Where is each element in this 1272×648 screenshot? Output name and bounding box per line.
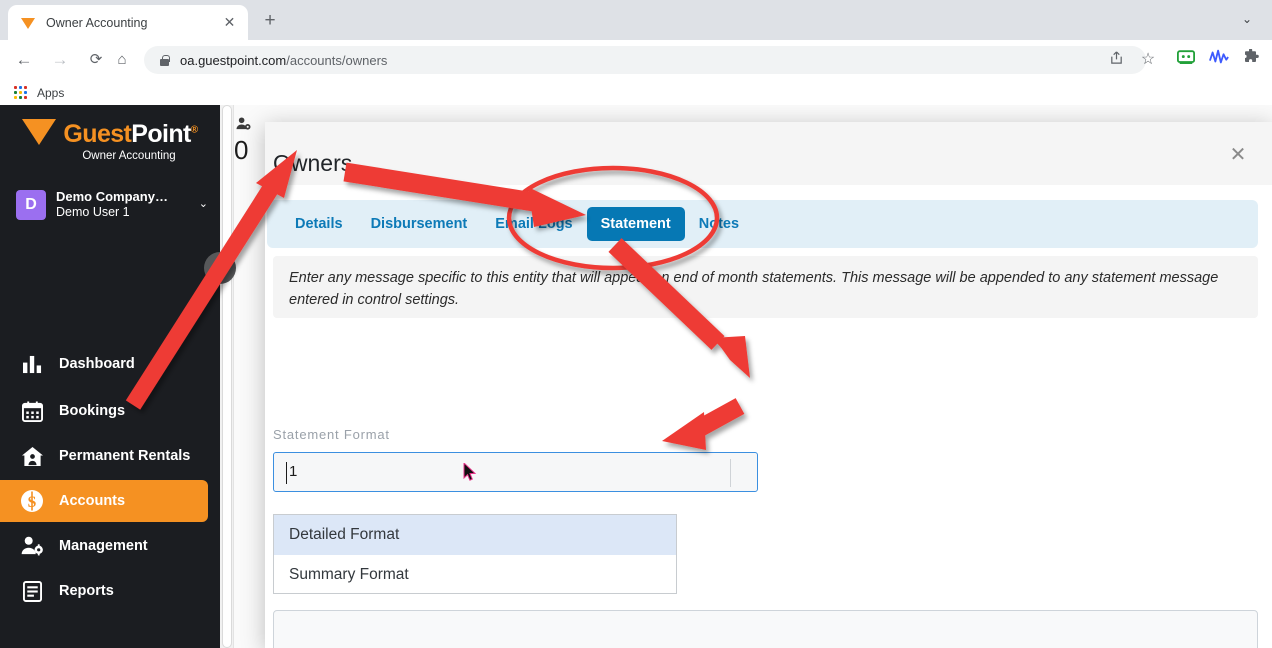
sidebar-item-accounts[interactable]: S Accounts [0, 480, 208, 522]
modal-header: Owners ✕ [265, 122, 1272, 185]
chevron-down-icon[interactable]: ⌄ [1234, 6, 1260, 32]
lock-icon [158, 54, 170, 67]
sidebar-item-label: Management [59, 538, 148, 554]
brand-word-1: Guest [63, 119, 132, 148]
apps-bookmark-label[interactable]: Apps [37, 86, 64, 100]
modal-tabbar: Details Disbursement Email Logs Statemen… [267, 200, 1258, 248]
browser-tab[interactable]: Owner Accounting ✕ [8, 5, 248, 40]
home-button[interactable]: ⌂ [110, 48, 134, 72]
calendar-icon [20, 399, 44, 423]
tab-email-logs[interactable]: Email Logs [481, 207, 586, 241]
sidebar-item-label: Dashboard [59, 356, 135, 372]
address-bar-url: oa.guestpoint.com/accounts/owners [180, 53, 387, 68]
info-banner: Enter any message specific to this entit… [273, 256, 1258, 318]
page-title: Owners [273, 150, 353, 176]
tab-notes[interactable]: Notes [685, 207, 753, 241]
close-icon[interactable]: ✕ [1226, 143, 1250, 167]
avatar: D [16, 190, 46, 220]
mouse-cursor [463, 461, 477, 483]
sidebar-item-permanent-rentals[interactable]: Permanent Rentals [0, 435, 208, 477]
guestpoint-triangle-icon [22, 119, 57, 145]
tab-details[interactable]: Details [281, 207, 357, 241]
extension-puzzle-icon[interactable] [1239, 48, 1263, 72]
close-icon[interactable]: ✕ [221, 14, 238, 31]
browser-toolbar: ← → ⟳ ⌂ oa.guestpoint.com/accounts/owner… [0, 40, 1272, 80]
dropdown-option-summary-format[interactable]: Summary Format [274, 555, 676, 595]
sidebar-item-management[interactable]: Management [0, 525, 208, 567]
statement-message-textarea[interactable] [273, 610, 1258, 648]
sidebar-item-label: Reports [59, 583, 114, 599]
browser-chrome: Owner Accounting ✕ + ⌄ ← → ⟳ ⌂ oa.guestp… [0, 0, 1272, 105]
statement-format-input[interactable]: 1 [273, 452, 758, 492]
owners-modal: Owners ✕ Details Disbursement Email Logs… [265, 122, 1272, 648]
page-viewport: 0 GuestPoint® Owner Accounting D Demo Co… [0, 105, 1272, 648]
brand-name: GuestPoint® [63, 119, 198, 149]
chevron-down-icon[interactable]: ⌄ [199, 197, 208, 210]
extension-green-icon[interactable] [1174, 48, 1198, 72]
bookmarks-bar: Apps [0, 80, 1272, 105]
page-scrollbar-thumb[interactable] [222, 105, 232, 648]
account-company-name: Demo Company… [56, 189, 168, 205]
forward-button[interactable]: → [48, 48, 72, 72]
records-count: 0 [234, 135, 249, 165]
bar-chart-icon [20, 352, 44, 376]
brand-trademark: ® [190, 124, 198, 136]
tab-statement[interactable]: Statement [586, 207, 685, 241]
brand-word-2: Point [131, 119, 191, 148]
share-icon[interactable] [1104, 48, 1128, 72]
apps-grid-icon[interactable] [14, 85, 28, 100]
sidebar: GuestPoint® Owner Accounting D Demo Comp… [0, 105, 220, 648]
dollar-coin-icon: S [20, 489, 44, 513]
guestpoint-triangle-icon [20, 15, 36, 31]
sidebar-collapse-button[interactable]: ‹ [204, 252, 236, 284]
person-gear-icon [20, 534, 44, 558]
statement-format-value: 1 [289, 463, 298, 480]
sidebar-item-bookings[interactable]: Bookings [0, 390, 208, 432]
browser-tabstrip: Owner Accounting ✕ + ⌄ [0, 0, 1272, 40]
new-tab-button[interactable]: + [258, 10, 282, 34]
account-user-name: Demo User 1 [56, 205, 130, 220]
statement-format-dropdown[interactable]: Detailed Format Summary Format [273, 514, 677, 594]
document-list-icon [20, 579, 44, 603]
sidebar-item-dashboard[interactable]: Dashboard [0, 343, 208, 385]
address-bar[interactable]: oa.guestpoint.com/accounts/owners [144, 46, 1146, 74]
sidebar-item-reports[interactable]: Reports [0, 570, 208, 612]
sidebar-item-label: Permanent Rentals [59, 448, 191, 464]
brand-logo: GuestPoint® Owner Accounting [0, 119, 220, 175]
page-scrollbar[interactable] [220, 105, 234, 648]
statement-format-label: Statement Format [273, 427, 390, 442]
url-host: oa.guestpoint.com [180, 52, 287, 68]
account-switcher[interactable]: D Demo Company… Demo User 1 ⌄ [16, 185, 208, 225]
url-path: /accounts/owners [286, 52, 388, 68]
back-button[interactable]: ← [12, 48, 36, 72]
sidebar-item-label: Bookings [59, 403, 126, 419]
browser-tab-title: Owner Accounting [46, 15, 148, 30]
reload-button[interactable]: ⟳ [84, 48, 108, 72]
tab-disbursement[interactable]: Disbursement [357, 207, 482, 241]
brand-subtitle: Owner Accounting [82, 150, 176, 162]
bookmark-star-icon[interactable]: ☆ [1136, 48, 1160, 72]
combo-divider [730, 459, 731, 487]
person-settings-icon [236, 117, 251, 135]
sidebar-item-label: Accounts [59, 493, 126, 509]
extension-waveform-icon[interactable] [1207, 48, 1231, 72]
house-person-icon [20, 444, 44, 468]
text-caret [286, 462, 287, 484]
dropdown-option-detailed-format[interactable]: Detailed Format [274, 515, 676, 555]
